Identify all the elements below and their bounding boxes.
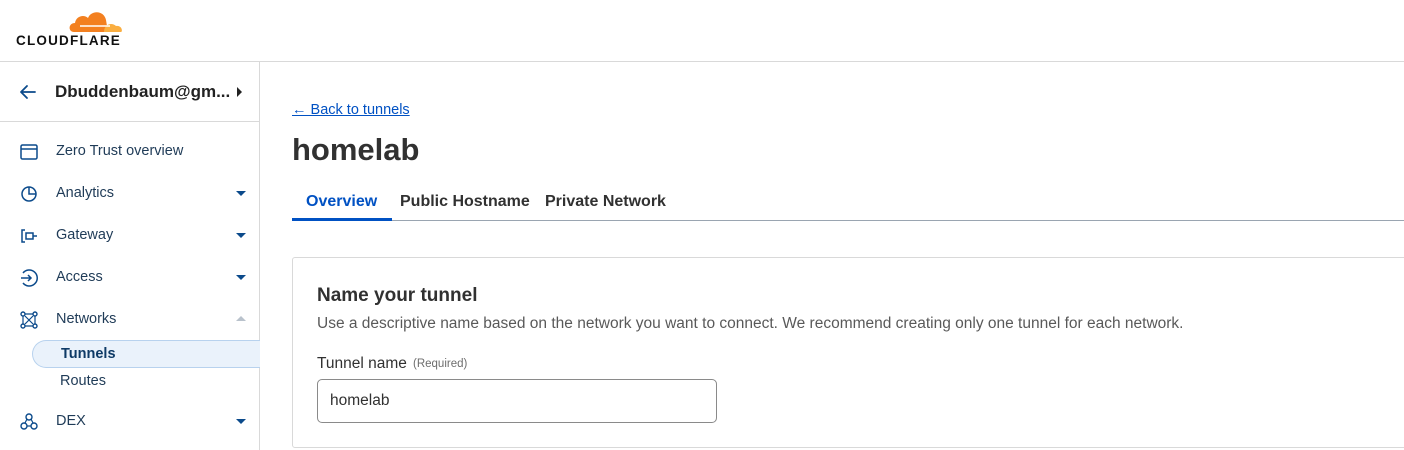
sidebar-subitem-label: Tunnels (61, 346, 116, 362)
tunnel-name-input[interactable] (317, 379, 717, 423)
sidebar-item-label: DEX (56, 413, 86, 429)
sidebar-item-access[interactable]: Access (0, 261, 259, 293)
access-icon (21, 269, 38, 287)
browser-window-icon (20, 144, 38, 160)
sidebar-item-dex[interactable]: DEX (0, 405, 259, 437)
tab-overview[interactable]: Overview (306, 193, 377, 211)
required-indicator: (Required) (413, 358, 468, 370)
card-title: Name your tunnel (317, 285, 478, 306)
cloudflare-logo[interactable]: CLOUDFLARE (16, 8, 126, 48)
sidebar-subitem-label: Routes (60, 373, 106, 389)
active-tab-indicator (292, 218, 392, 221)
sidebar: Dbuddenbaum@gm... Zero Trust overview An… (0, 62, 260, 450)
account-switcher[interactable]: Dbuddenbaum@gm... (0, 62, 259, 122)
sidebar-item-analytics[interactable]: Analytics (0, 177, 259, 209)
sidebar-item-networks[interactable]: Networks (0, 303, 259, 335)
page-title: homelab (292, 132, 420, 167)
tab-public-hostname[interactable]: Public Hostname (400, 193, 530, 211)
logo-text: CLOUDFLARE (16, 33, 121, 48)
tunnel-name-label: Tunnel name (317, 355, 407, 372)
chevron-down-icon[interactable] (236, 191, 246, 196)
back-to-tunnels-link[interactable]: ← Back to tunnels (292, 102, 410, 118)
chevron-down-icon[interactable] (236, 419, 246, 424)
sidebar-item-label: Analytics (56, 185, 115, 201)
chevron-down-icon[interactable] (236, 275, 246, 280)
main-content: ← Back to tunnels homelab Overview Publi… (292, 62, 1404, 450)
sidebar-item-label: Networks (56, 311, 117, 327)
sidebar-item-zero-trust-overview[interactable]: Zero Trust overview (0, 135, 259, 167)
network-icon (20, 311, 38, 329)
sidebar-subitem-routes[interactable]: Routes (32, 368, 260, 396)
sidebar-item-label: Gateway (56, 227, 114, 243)
dex-icon (20, 413, 38, 430)
card-description: Use a descriptive name based on the netw… (317, 315, 1184, 332)
sidebar-item-label: Access (56, 269, 103, 285)
account-name[interactable]: Dbuddenbaum@gm... (55, 82, 230, 102)
tab-private-network[interactable]: Private Network (545, 193, 666, 211)
back-arrow-icon[interactable] (18, 82, 38, 102)
chevron-right-icon[interactable] (237, 87, 242, 97)
sidebar-item-label: Zero Trust overview (56, 143, 184, 159)
cloud-logo-icon (69, 12, 122, 32)
sidebar-subitem-tunnels[interactable]: Tunnels (32, 340, 260, 368)
sidebar-item-gateway[interactable]: Gateway (0, 219, 259, 251)
pie-chart-icon (21, 186, 37, 202)
chevron-up-icon[interactable] (236, 316, 246, 321)
chevron-down-icon[interactable] (236, 233, 246, 238)
tab-bar: Overview Public Hostname Private Network (292, 186, 1404, 221)
name-tunnel-card: Name your tunnel Use a descriptive name … (292, 257, 1404, 448)
gateway-icon (21, 229, 37, 243)
top-bar: CLOUDFLARE (0, 0, 1404, 62)
